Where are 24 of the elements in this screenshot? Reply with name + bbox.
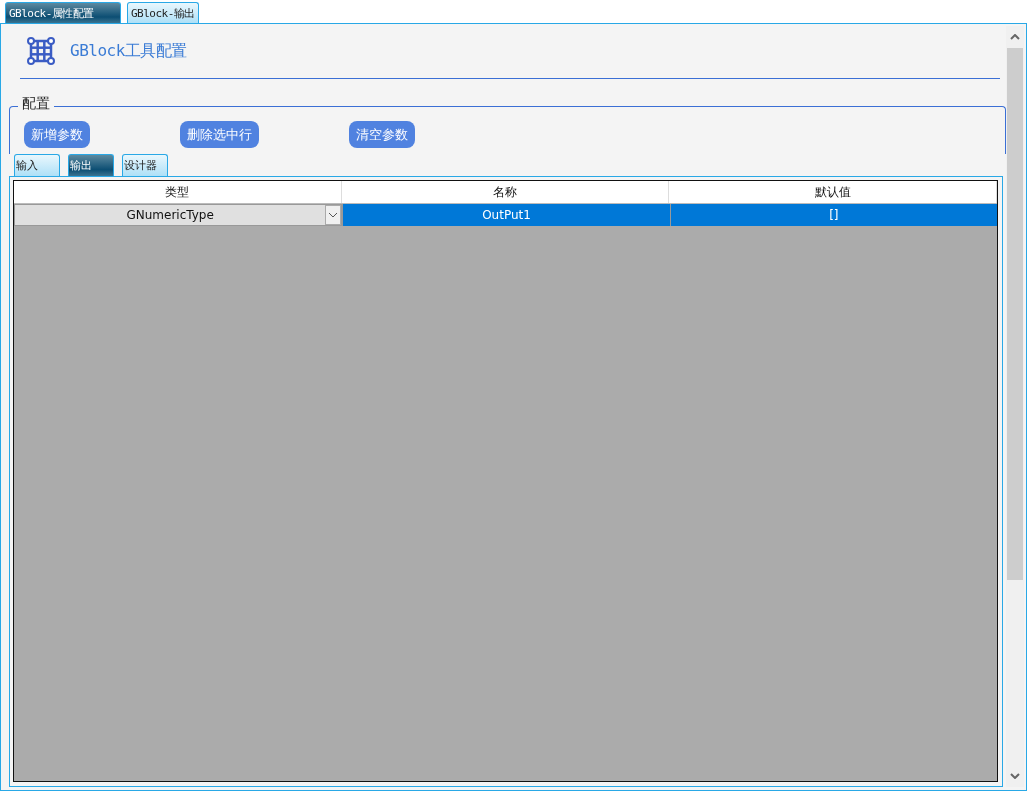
scroll-down-icon[interactable] [1010, 773, 1020, 779]
tab[interactable]: GBlock-属性配置 [5, 2, 121, 23]
header-title: GBlock工具配置 [70, 40, 187, 62]
action-button[interactable]: 清空参数 [349, 121, 415, 148]
action-button[interactable]: 新增参数 [24, 121, 90, 148]
type-dropdown[interactable]: GNumericType [14, 204, 343, 226]
scroll-up-icon[interactable] [1010, 34, 1020, 40]
column-header[interactable]: 类型 [14, 181, 342, 203]
chevron-down-icon[interactable] [325, 205, 342, 225]
dropdown-value: GNumericType [125, 208, 215, 222]
tab[interactable]: 输出 [68, 154, 114, 176]
table-cell: OutPut1 [342, 204, 670, 226]
tab[interactable]: 输入 [14, 154, 60, 176]
scroll-thumb[interactable] [1007, 48, 1023, 580]
table-cell: [] [669, 204, 997, 226]
table-row[interactable]: GNumericType OutPut1 [] [14, 203, 997, 226]
action-button[interactable]: 删除选中行 [180, 121, 259, 148]
tab[interactable]: 设计器 [122, 154, 168, 176]
column-header[interactable]: 默认值 [669, 181, 997, 203]
grid-icon [26, 36, 56, 66]
column-header[interactable]: 名称 [341, 181, 670, 203]
group-label: 配置 [18, 95, 54, 113]
scrollbar[interactable] [1006, 26, 1024, 787]
tab[interactable]: GBlock-输出 [127, 2, 199, 23]
